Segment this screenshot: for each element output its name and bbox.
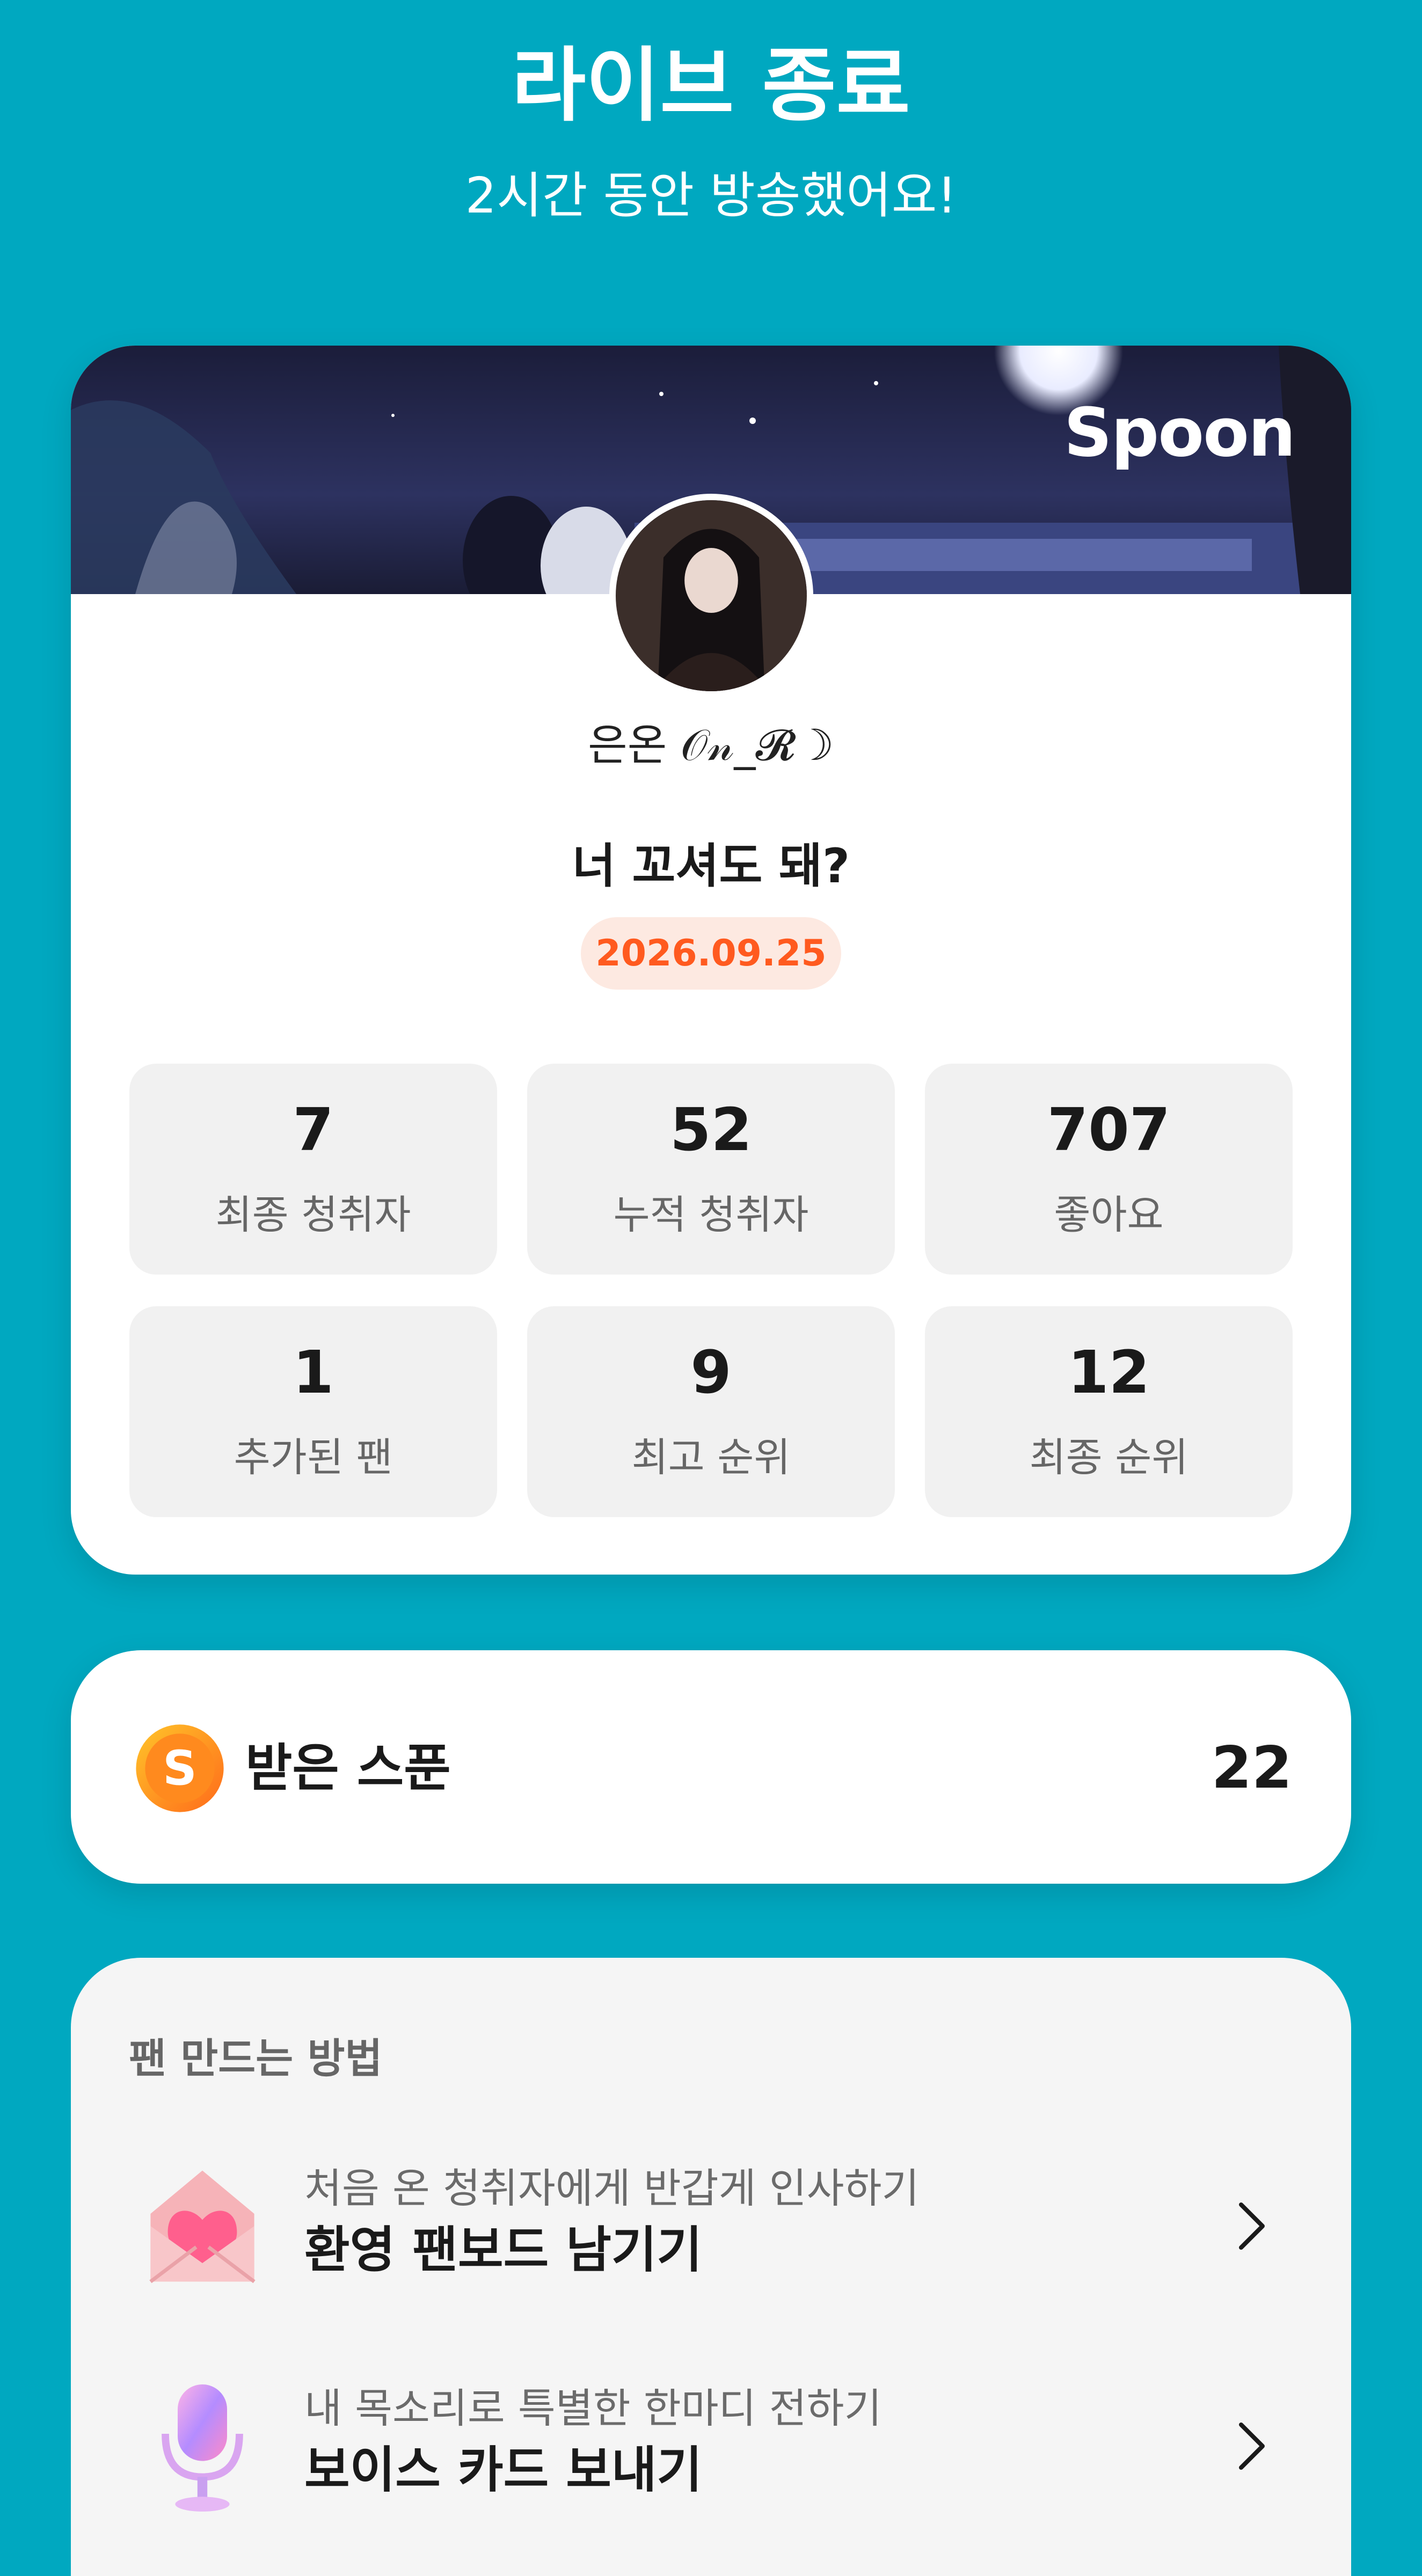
page-title: 라이브 종료 (512, 39, 910, 133)
live-title: 너 꼬셔도 돼? (572, 838, 850, 894)
chevron-right-icon (1233, 2419, 1271, 2473)
stat-final-rank: 12 최종 순위 (925, 1306, 1293, 1517)
spoon-coin-icon: S (134, 1723, 225, 1814)
stat-label: 추가된 팬 (234, 1435, 393, 1481)
fan-guide-heading: 팬 만드는 방법 (129, 2035, 383, 2082)
spoon-brand-logo: Spoon (1063, 394, 1296, 472)
stat-label: 최고 순위 (631, 1435, 791, 1481)
live-summary-card: Spoon 은온 𝒪𝓃_𝓡☽ 너 꼬셔도 돼? 2026.09.25 7 최종 … (71, 346, 1351, 1575)
stat-value: 12 (1067, 1338, 1150, 1407)
guide-title: 환영 팬보드 남기기 (304, 2221, 703, 2279)
stat-total-listeners: 52 누적 청취자 (527, 1064, 895, 1275)
guide-description: 내 목소리로 특별한 한마디 전하기 (304, 2384, 882, 2432)
broadcast-duration: 2시간 동안 방송했어요! (465, 167, 957, 224)
stat-value: 9 (690, 1338, 732, 1407)
stat-new-fans: 1 추가된 팬 (129, 1306, 497, 1517)
stat-value: 1 (293, 1338, 334, 1407)
stat-label: 최종 청취자 (215, 1192, 411, 1238)
received-spoons-count: 22 (1211, 1735, 1292, 1802)
guide-description: 처음 온 청취자에게 반갑게 인사하기 (304, 2164, 920, 2212)
avatar (609, 494, 813, 698)
stat-label: 좋아요 (1054, 1192, 1164, 1238)
voice-card-item[interactable]: 내 목소리로 특별한 한마디 전하기 보이스 카드 보내기 (71, 2360, 1351, 2532)
guide-title: 보이스 카드 보내기 (304, 2441, 703, 2499)
live-date-badge: 2026.09.25 (581, 917, 841, 990)
stat-final-listeners: 7 최종 청취자 (129, 1064, 497, 1275)
streamer-username: 은온 𝒪𝓃_𝓡☽ (588, 720, 834, 770)
svg-text:S: S (163, 1741, 197, 1796)
stat-value: 707 (1047, 1095, 1171, 1164)
heart-envelope-icon (141, 2156, 264, 2296)
stat-value: 52 (669, 1095, 753, 1164)
stat-likes: 707 좋아요 (925, 1064, 1293, 1275)
welcome-fanboard-item[interactable]: 처음 온 청취자에게 반갑게 인사하기 환영 팬보드 남기기 (71, 2140, 1351, 2312)
received-spoons-card: S 받은 스푼 22 (71, 1650, 1351, 1884)
microphone-icon (141, 2376, 264, 2516)
chevron-right-icon (1233, 2199, 1271, 2253)
stat-best-rank: 9 최고 순위 (527, 1306, 895, 1517)
received-spoons-label: 받은 스푼 (245, 1739, 451, 1798)
stat-label: 최종 순위 (1029, 1435, 1188, 1481)
stat-value: 7 (293, 1095, 334, 1164)
fan-guide-card: 팬 만드는 방법 처음 온 청취자에게 반갑게 인사하기 환영 팬보드 남기기 (71, 1958, 1351, 2576)
stat-label: 누적 청취자 (613, 1192, 809, 1238)
